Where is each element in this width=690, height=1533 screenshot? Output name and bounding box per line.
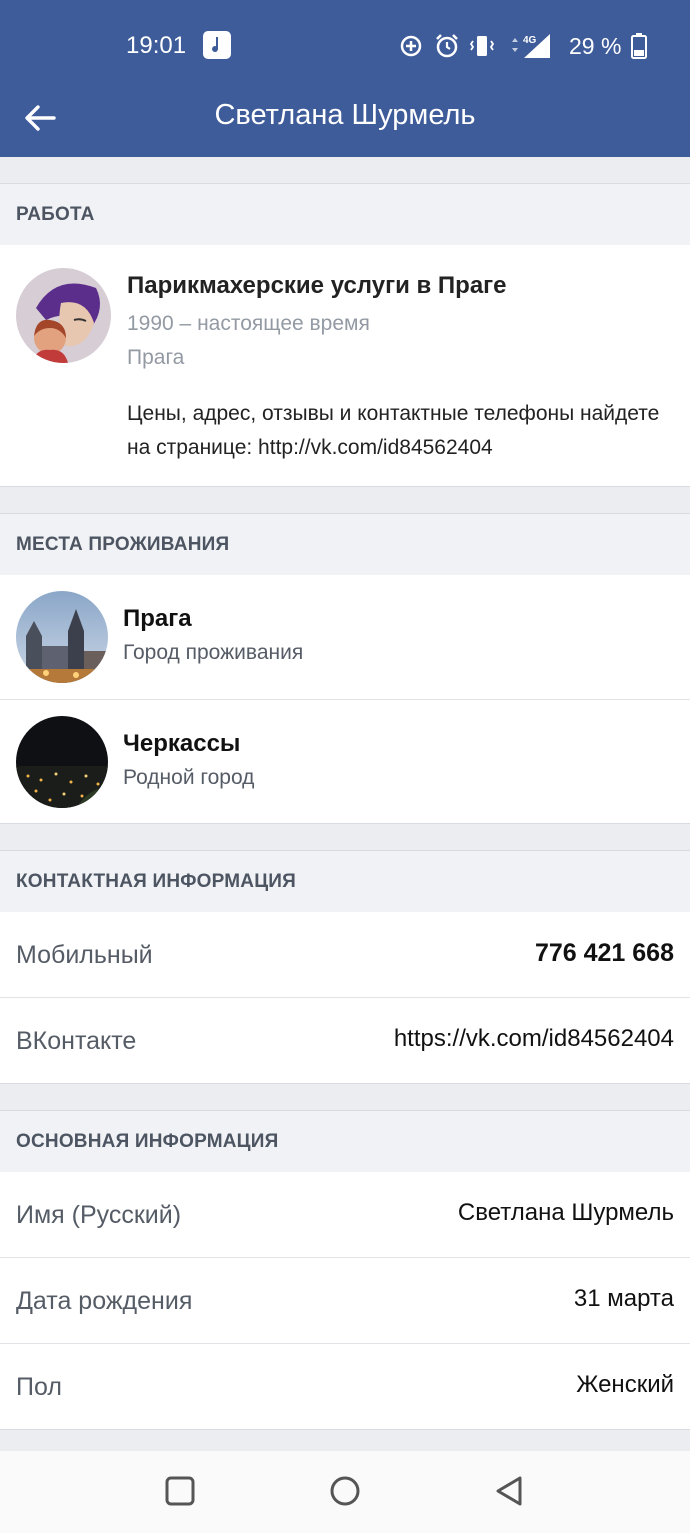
work-item[interactable]: Парикмахерские услуги в Праге 1990 – нас… <box>0 245 690 487</box>
music-app-icon <box>203 31 231 59</box>
basic-row-birthday: Дата рождения 31 марта <box>0 1258 690 1344</box>
basic-row-gender: Пол Женский <box>0 1344 690 1430</box>
work-description: Цены, адрес, отзывы и контактные телефон… <box>127 402 660 459</box>
home-icon[interactable] <box>327 1473 363 1509</box>
section-header-basic: ОСНОВНАЯ ИНФОРМАЦИЯ <box>0 1110 690 1172</box>
basic-row-name: Имя (Русский) Светлана Шурмель <box>0 1172 690 1258</box>
profile-details: РАБОТА Парикмахерские услуги в Праге 199… <box>0 157 690 1430</box>
section-header-contacts: КОНТАКТНАЯ ИНФОРМАЦИЯ <box>0 850 690 912</box>
status-bar: 19:01 4G 29 % <box>0 0 690 90</box>
data-saver-icon <box>400 35 422 57</box>
work-period: 1990 – настоящее время <box>127 312 370 335</box>
work-title: Парикмахерские услуги в Праге <box>127 272 507 299</box>
place-item-cherkassy[interactable]: Черкассы Родной город <box>0 699 690 823</box>
battery-percent: 29 % <box>569 33 622 59</box>
section-spacer <box>0 157 690 183</box>
network-type-label: 4G <box>523 35 537 46</box>
cherkassy-city-image <box>16 716 108 808</box>
vk-link-value[interactable]: https://vk.com/id84562404 <box>394 998 674 1080</box>
place-item-praha[interactable]: Прага Город проживания <box>0 575 690 699</box>
praha-city-image <box>16 591 108 683</box>
recent-apps-icon[interactable] <box>162 1473 198 1509</box>
contact-row-vk[interactable]: ВКонтакте https://vk.com/id84562404 <box>0 998 690 1084</box>
battery-icon <box>631 33 647 59</box>
places-list: Прага Город проживания Черкассы Родной г… <box>0 575 690 824</box>
contacts-list: Мобильный 776 421 668 ВКонтакте https://… <box>0 912 690 1084</box>
row-label: ВКонтакте <box>16 1027 137 1055</box>
place-subtitle: Город проживания <box>123 641 304 664</box>
status-time: 19:01 <box>126 32 187 59</box>
vibrate-icon <box>469 36 495 56</box>
row-value: 31 марта <box>573 1285 674 1312</box>
basic-info-list: Имя (Русский) Светлана Шурмель Дата рожд… <box>0 1172 690 1430</box>
app-header: 19:01 4G 29 % Светлана Шурмель <box>0 0 690 157</box>
row-value: Женский <box>576 1371 674 1398</box>
section-header-work: РАБОТА <box>0 183 690 245</box>
section-header-places: МЕСТА ПРОЖИВАНИЯ <box>0 513 690 575</box>
back-triangle-icon[interactable] <box>492 1473 528 1509</box>
place-name: Черкассы <box>123 730 241 757</box>
row-value: Светлана Шурмель <box>457 1199 674 1226</box>
row-label: Имя (Русский) <box>16 1201 182 1229</box>
section-spacer <box>0 487 690 513</box>
place-subtitle: Родной город <box>123 766 255 789</box>
app-bar: Светлана Шурмель <box>0 90 690 157</box>
mobile-phone-value[interactable]: 776 421 668 <box>535 912 674 994</box>
page-title: Светлана Шурмель <box>214 99 476 131</box>
row-label: Мобильный <box>16 941 153 969</box>
work-avatar <box>16 268 111 363</box>
section-spacer <box>0 824 690 850</box>
section-spacer <box>0 1084 690 1110</box>
contact-row-mobile[interactable]: Мобильный 776 421 668 <box>0 912 690 998</box>
signal-icon: 4G <box>512 34 550 58</box>
alarm-icon <box>436 34 458 58</box>
work-city: Прага <box>127 346 185 369</box>
place-name: Прага <box>123 605 192 632</box>
system-nav-bar <box>0 1451 690 1533</box>
row-label: Дата рождения <box>16 1287 193 1315</box>
row-label: Пол <box>16 1373 62 1401</box>
